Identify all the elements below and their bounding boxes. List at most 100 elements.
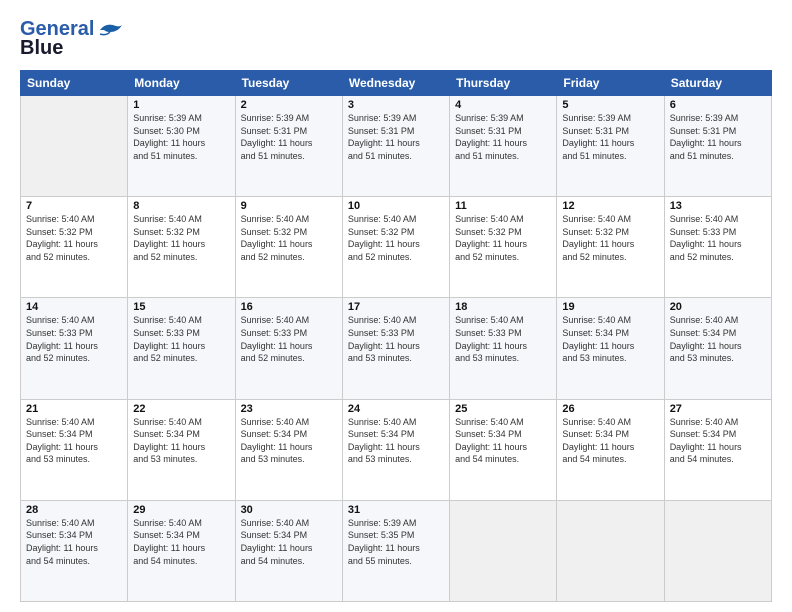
day-number: 20 (670, 301, 766, 313)
day-number: 8 (133, 200, 229, 212)
calendar-cell: 26Sunrise: 5:40 AM Sunset: 5:34 PM Dayli… (557, 399, 664, 500)
day-number: 7 (26, 200, 122, 212)
day-number: 15 (133, 301, 229, 313)
calendar-table: SundayMondayTuesdayWednesdayThursdayFrid… (20, 70, 772, 602)
day-info: Sunrise: 5:39 AM Sunset: 5:31 PM Dayligh… (670, 112, 766, 162)
week-row-5: 28Sunrise: 5:40 AM Sunset: 5:34 PM Dayli… (21, 500, 772, 601)
day-info: Sunrise: 5:39 AM Sunset: 5:31 PM Dayligh… (241, 112, 337, 162)
calendar-cell: 13Sunrise: 5:40 AM Sunset: 5:33 PM Dayli… (664, 197, 771, 298)
day-info: Sunrise: 5:40 AM Sunset: 5:32 PM Dayligh… (455, 213, 551, 263)
day-number: 30 (241, 504, 337, 516)
day-info: Sunrise: 5:40 AM Sunset: 5:32 PM Dayligh… (562, 213, 658, 263)
calendar-cell (21, 96, 128, 197)
week-row-3: 14Sunrise: 5:40 AM Sunset: 5:33 PM Dayli… (21, 298, 772, 399)
logo-bird-icon (96, 20, 124, 40)
day-info: Sunrise: 5:39 AM Sunset: 5:31 PM Dayligh… (455, 112, 551, 162)
day-number: 31 (348, 504, 444, 516)
day-number: 21 (26, 403, 122, 415)
day-info: Sunrise: 5:40 AM Sunset: 5:32 PM Dayligh… (133, 213, 229, 263)
day-number: 11 (455, 200, 551, 212)
day-number: 1 (133, 99, 229, 111)
logo: General Blue (20, 18, 124, 60)
day-info: Sunrise: 5:40 AM Sunset: 5:34 PM Dayligh… (241, 416, 337, 466)
day-number: 14 (26, 301, 122, 313)
calendar-cell: 4Sunrise: 5:39 AM Sunset: 5:31 PM Daylig… (450, 96, 557, 197)
calendar-cell: 7Sunrise: 5:40 AM Sunset: 5:32 PM Daylig… (21, 197, 128, 298)
day-info: Sunrise: 5:39 AM Sunset: 5:35 PM Dayligh… (348, 517, 444, 567)
day-info: Sunrise: 5:40 AM Sunset: 5:34 PM Dayligh… (455, 416, 551, 466)
calendar-cell: 9Sunrise: 5:40 AM Sunset: 5:32 PM Daylig… (235, 197, 342, 298)
calendar-cell: 24Sunrise: 5:40 AM Sunset: 5:34 PM Dayli… (342, 399, 449, 500)
col-header-wednesday: Wednesday (342, 71, 449, 96)
calendar-cell: 19Sunrise: 5:40 AM Sunset: 5:34 PM Dayli… (557, 298, 664, 399)
logo-blue: Blue (20, 37, 63, 60)
day-number: 6 (670, 99, 766, 111)
header: General Blue (20, 18, 772, 60)
day-info: Sunrise: 5:40 AM Sunset: 5:34 PM Dayligh… (26, 517, 122, 567)
day-number: 25 (455, 403, 551, 415)
day-info: Sunrise: 5:40 AM Sunset: 5:32 PM Dayligh… (241, 213, 337, 263)
calendar-cell: 3Sunrise: 5:39 AM Sunset: 5:31 PM Daylig… (342, 96, 449, 197)
day-info: Sunrise: 5:40 AM Sunset: 5:33 PM Dayligh… (670, 213, 766, 263)
calendar-cell: 2Sunrise: 5:39 AM Sunset: 5:31 PM Daylig… (235, 96, 342, 197)
day-number: 4 (455, 99, 551, 111)
calendar-cell: 11Sunrise: 5:40 AM Sunset: 5:32 PM Dayli… (450, 197, 557, 298)
calendar-cell: 29Sunrise: 5:40 AM Sunset: 5:34 PM Dayli… (128, 500, 235, 601)
calendar-cell: 21Sunrise: 5:40 AM Sunset: 5:34 PM Dayli… (21, 399, 128, 500)
calendar-cell: 14Sunrise: 5:40 AM Sunset: 5:33 PM Dayli… (21, 298, 128, 399)
calendar-cell: 17Sunrise: 5:40 AM Sunset: 5:33 PM Dayli… (342, 298, 449, 399)
day-number: 29 (133, 504, 229, 516)
day-info: Sunrise: 5:40 AM Sunset: 5:34 PM Dayligh… (133, 517, 229, 567)
calendar-body: 1Sunrise: 5:39 AM Sunset: 5:30 PM Daylig… (21, 96, 772, 602)
calendar-cell: 30Sunrise: 5:40 AM Sunset: 5:34 PM Dayli… (235, 500, 342, 601)
day-info: Sunrise: 5:40 AM Sunset: 5:32 PM Dayligh… (26, 213, 122, 263)
day-number: 26 (562, 403, 658, 415)
day-info: Sunrise: 5:40 AM Sunset: 5:34 PM Dayligh… (562, 314, 658, 364)
day-info: Sunrise: 5:40 AM Sunset: 5:34 PM Dayligh… (670, 314, 766, 364)
col-header-tuesday: Tuesday (235, 71, 342, 96)
calendar-cell: 15Sunrise: 5:40 AM Sunset: 5:33 PM Dayli… (128, 298, 235, 399)
calendar-cell: 12Sunrise: 5:40 AM Sunset: 5:32 PM Dayli… (557, 197, 664, 298)
day-number: 22 (133, 403, 229, 415)
day-number: 16 (241, 301, 337, 313)
day-info: Sunrise: 5:40 AM Sunset: 5:34 PM Dayligh… (562, 416, 658, 466)
day-info: Sunrise: 5:40 AM Sunset: 5:34 PM Dayligh… (670, 416, 766, 466)
calendar-cell: 25Sunrise: 5:40 AM Sunset: 5:34 PM Dayli… (450, 399, 557, 500)
day-info: Sunrise: 5:40 AM Sunset: 5:34 PM Dayligh… (241, 517, 337, 567)
week-row-4: 21Sunrise: 5:40 AM Sunset: 5:34 PM Dayli… (21, 399, 772, 500)
calendar-cell: 1Sunrise: 5:39 AM Sunset: 5:30 PM Daylig… (128, 96, 235, 197)
calendar-cell: 18Sunrise: 5:40 AM Sunset: 5:33 PM Dayli… (450, 298, 557, 399)
day-number: 27 (670, 403, 766, 415)
day-number: 17 (348, 301, 444, 313)
day-info: Sunrise: 5:40 AM Sunset: 5:33 PM Dayligh… (241, 314, 337, 364)
logo-container: General Blue (20, 18, 124, 60)
calendar-cell (450, 500, 557, 601)
week-row-1: 1Sunrise: 5:39 AM Sunset: 5:30 PM Daylig… (21, 96, 772, 197)
day-number: 18 (455, 301, 551, 313)
calendar-cell: 28Sunrise: 5:40 AM Sunset: 5:34 PM Dayli… (21, 500, 128, 601)
day-info: Sunrise: 5:40 AM Sunset: 5:33 PM Dayligh… (133, 314, 229, 364)
calendar-cell: 27Sunrise: 5:40 AM Sunset: 5:34 PM Dayli… (664, 399, 771, 500)
day-number: 2 (241, 99, 337, 111)
day-info: Sunrise: 5:40 AM Sunset: 5:32 PM Dayligh… (348, 213, 444, 263)
day-info: Sunrise: 5:40 AM Sunset: 5:34 PM Dayligh… (348, 416, 444, 466)
col-header-saturday: Saturday (664, 71, 771, 96)
day-info: Sunrise: 5:40 AM Sunset: 5:34 PM Dayligh… (26, 416, 122, 466)
day-info: Sunrise: 5:40 AM Sunset: 5:33 PM Dayligh… (26, 314, 122, 364)
column-headers: SundayMondayTuesdayWednesdayThursdayFrid… (21, 71, 772, 96)
day-number: 5 (562, 99, 658, 111)
day-info: Sunrise: 5:39 AM Sunset: 5:30 PM Dayligh… (133, 112, 229, 162)
day-number: 19 (562, 301, 658, 313)
calendar-cell: 5Sunrise: 5:39 AM Sunset: 5:31 PM Daylig… (557, 96, 664, 197)
day-number: 23 (241, 403, 337, 415)
col-header-sunday: Sunday (21, 71, 128, 96)
day-number: 12 (562, 200, 658, 212)
calendar-cell: 22Sunrise: 5:40 AM Sunset: 5:34 PM Dayli… (128, 399, 235, 500)
day-info: Sunrise: 5:39 AM Sunset: 5:31 PM Dayligh… (562, 112, 658, 162)
day-number: 10 (348, 200, 444, 212)
day-number: 28 (26, 504, 122, 516)
calendar-cell: 8Sunrise: 5:40 AM Sunset: 5:32 PM Daylig… (128, 197, 235, 298)
day-number: 13 (670, 200, 766, 212)
calendar-cell (557, 500, 664, 601)
calendar-cell: 6Sunrise: 5:39 AM Sunset: 5:31 PM Daylig… (664, 96, 771, 197)
